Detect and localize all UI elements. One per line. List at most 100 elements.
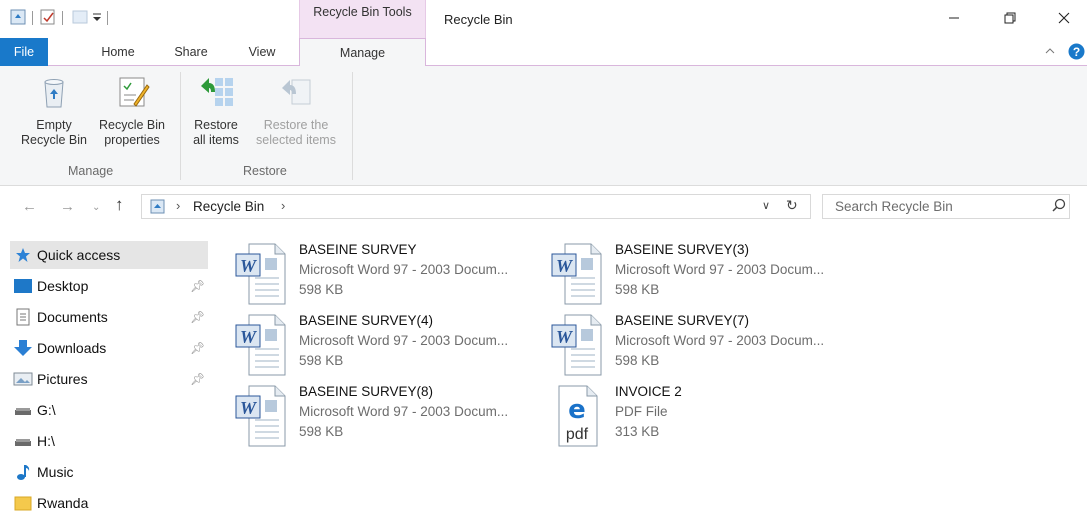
desktop-icon <box>10 272 36 300</box>
tab-manage[interactable]: Manage <box>299 38 426 67</box>
restore-all-line2: all items <box>193 133 239 147</box>
file-name: BASEINE SURVEY <box>299 242 417 257</box>
file-item[interactable]: W BASEINE SURVEY Microsoft Word 97 - 200… <box>235 242 535 308</box>
refresh-icon[interactable]: ↻ <box>786 197 798 214</box>
file-item[interactable]: W BASEINE SURVEY(3) Microsoft Word 97 - … <box>551 242 851 308</box>
file-name: BASEINE SURVEY(3) <box>615 242 750 257</box>
nav-label: Downloads <box>37 340 107 356</box>
word-doc-icon: W <box>551 313 603 377</box>
file-list: W BASEINE SURVEY Microsoft Word 97 - 200… <box>225 230 1087 512</box>
pin-icon[interactable]: 📌︎ <box>190 272 205 300</box>
word-doc-icon: W <box>235 384 287 448</box>
nav-label: Documents <box>37 309 108 325</box>
svg-text:W: W <box>556 327 574 347</box>
empty-line1: Empty <box>36 118 72 132</box>
file-type: Microsoft Word 97 - 2003 Docum... <box>615 333 825 348</box>
restore-button[interactable] <box>987 0 1033 38</box>
window-title: Recycle Bin <box>444 12 513 27</box>
file-size: 598 KB <box>299 282 344 297</box>
word-doc-icon: W <box>235 242 287 306</box>
nav-item-pictures[interactable]: Pictures 📌︎ <box>10 365 208 393</box>
file-name: BASEINE SURVEY(8) <box>299 384 434 399</box>
nav-label: G:\ <box>37 402 56 418</box>
file-item[interactable]: W BASEINE SURVEY(8) Microsoft Word 97 - … <box>235 384 535 450</box>
breadcrumb-separator-icon[interactable]: › <box>176 198 180 213</box>
pin-icon[interactable]: 📌︎ <box>190 303 205 331</box>
tab-file[interactable]: File <box>0 38 48 66</box>
file-item[interactable]: W BASEINE SURVEY(7) Microsoft Word 97 - … <box>551 313 851 379</box>
customize-toolbar-icon[interactable] <box>92 11 102 26</box>
file-item[interactable]: e pdf INVOICE 2 PDF File 313 KB <box>551 384 851 450</box>
star-icon <box>10 241 36 269</box>
up-arrow-icon[interactable]: ↑ <box>115 195 124 215</box>
address-bar[interactable]: › Recycle Bin › ∨ ↻ <box>141 194 811 219</box>
close-button[interactable] <box>1041 0 1087 38</box>
nav-label: H:\ <box>37 433 55 449</box>
restore-selected-items-button[interactable]: Restore the selected items <box>249 74 343 148</box>
downloads-icon <box>10 334 36 362</box>
tab-share[interactable]: Share <box>166 38 216 66</box>
restore-all-items-button[interactable]: Restore all items <box>186 74 246 148</box>
nav-item-drive-h[interactable]: H:\ <box>10 427 208 455</box>
props-line2: properties <box>104 133 160 147</box>
back-arrow-icon[interactable]: ← <box>22 198 37 215</box>
new-folder-quick-icon[interactable] <box>72 9 88 28</box>
file-name: BASEINE SURVEY(4) <box>299 313 434 328</box>
pdf-icon: e pdf <box>551 384 603 448</box>
manage-group-label: Manage <box>68 164 114 178</box>
file-size: 598 KB <box>299 424 344 439</box>
svg-text:e: e <box>568 395 586 425</box>
file-size: 598 KB <box>615 282 660 297</box>
navigation-bar: ← → ⌄ ↑ › Recycle Bin › ∨ ↻ Search Recyc… <box>0 186 1087 230</box>
svg-text:W: W <box>240 398 258 418</box>
empty-recycle-bin-button[interactable]: Empty Recycle Bin <box>17 74 91 148</box>
documents-icon <box>10 303 36 331</box>
nav-item-rwanda[interactable]: Rwanda <box>10 489 208 517</box>
tab-home[interactable]: Home <box>93 38 143 66</box>
nav-item-downloads[interactable]: Downloads 📌︎ <box>10 334 208 362</box>
search-input[interactable]: Search Recycle Bin <box>822 194 1070 219</box>
restore-sel-line2: selected items <box>256 133 336 147</box>
address-dropdown-icon[interactable]: ∨ <box>762 199 770 212</box>
tab-view[interactable]: View <box>237 38 287 66</box>
nav-item-desktop[interactable]: Desktop 📌︎ <box>10 272 208 300</box>
nav-label: Music <box>37 464 74 480</box>
breadcrumb-chevron-icon[interactable]: › <box>281 198 285 213</box>
nav-label: Pictures <box>37 371 88 387</box>
search-icon <box>1052 198 1066 215</box>
properties-quick-icon[interactable] <box>40 9 56 28</box>
recent-locations-icon[interactable]: ⌄ <box>92 202 100 213</box>
recycle-bin-location-icon <box>150 199 165 217</box>
svg-text:W: W <box>240 256 258 276</box>
help-icon[interactable]: ? <box>1068 43 1085 63</box>
nav-item-drive-g[interactable]: G:\ <box>10 396 208 424</box>
forward-arrow-icon[interactable]: → <box>60 198 75 215</box>
svg-text:pdf: pdf <box>566 426 589 443</box>
breadcrumb-recycle-bin[interactable]: Recycle Bin <box>193 199 264 214</box>
svg-text:W: W <box>556 256 574 276</box>
folder-icon <box>10 489 36 517</box>
pin-icon[interactable]: 📌︎ <box>190 334 205 362</box>
file-item[interactable]: W BASEINE SURVEY(4) Microsoft Word 97 - … <box>235 313 535 379</box>
nav-item-quick-access[interactable]: Quick access <box>10 241 208 269</box>
recycle-bin-app-icon <box>10 9 26 28</box>
properties-icon <box>114 74 150 114</box>
pin-icon[interactable]: 📌︎ <box>190 365 205 393</box>
drive-icon <box>10 427 36 455</box>
music-icon <box>10 458 36 486</box>
nav-item-music[interactable]: Music <box>10 458 208 486</box>
nav-item-documents[interactable]: Documents 📌︎ <box>10 303 208 331</box>
restore-icon <box>1004 12 1016 27</box>
ribbon-tab-row: File Home Share View Manage ? <box>0 38 1087 67</box>
file-type: Microsoft Word 97 - 2003 Docum... <box>299 262 509 277</box>
word-doc-icon: W <box>551 242 603 306</box>
restore-sel-line1: Restore the <box>263 118 329 132</box>
pictures-icon <box>10 365 36 393</box>
minimize-button[interactable] <box>931 0 977 38</box>
collapse-ribbon-icon[interactable] <box>1044 45 1056 60</box>
restore-all-icon <box>198 74 234 114</box>
ribbon-panel: Empty Recycle Bin Recycle Bin properties… <box>0 66 1087 186</box>
file-type: Microsoft Word 97 - 2003 Docum... <box>615 262 825 277</box>
recycle-bin-properties-button[interactable]: Recycle Bin properties <box>93 74 171 148</box>
title-bar: Recycle Bin Tools Recycle Bin <box>0 0 1087 38</box>
